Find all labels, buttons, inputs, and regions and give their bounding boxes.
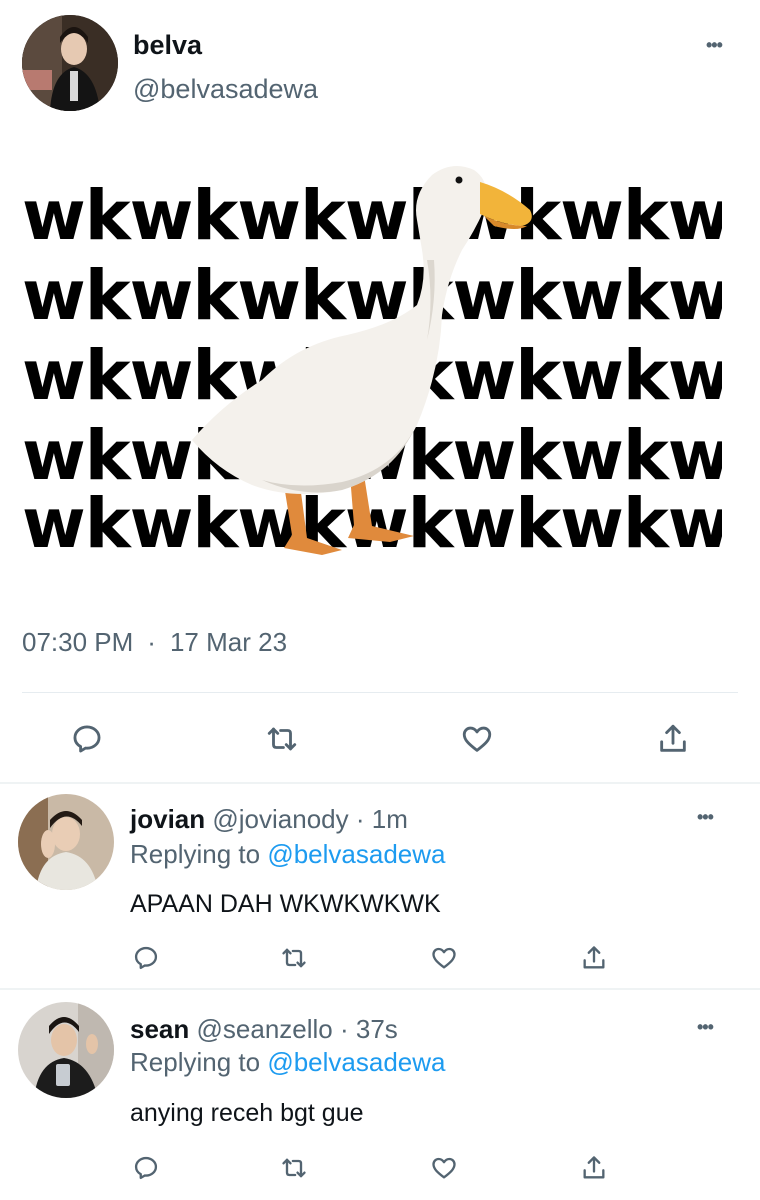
retweet-button[interactable] <box>278 1152 310 1184</box>
reply-age: 1m <box>371 804 408 834</box>
reply-icon <box>73 725 101 753</box>
retweet-icon <box>282 948 306 968</box>
share-button[interactable] <box>578 942 610 974</box>
reply-text: anying receh bgt gue <box>130 1099 364 1127</box>
heart-icon <box>432 1157 456 1179</box>
reply-icon <box>134 1156 158 1180</box>
reply-author-handle[interactable]: @seanzello <box>197 1014 333 1044</box>
share-icon <box>583 946 605 969</box>
reply-button[interactable] <box>130 1152 162 1184</box>
tweet-timestamp[interactable]: 07:30 PM · 17 Mar 23 <box>22 627 287 658</box>
tweet-date: 17 Mar 23 <box>169 627 288 657</box>
reply-tweet[interactable]: sean @seanzello · 37s ••• Replying to @b… <box>0 990 760 1200</box>
duck-illustration <box>192 166 532 555</box>
replying-to: Replying to @belvasadewa <box>130 1047 445 1078</box>
share-icon <box>583 1156 605 1179</box>
reply-header: jovian @jovianody · 1m <box>130 804 408 835</box>
main-tweet: belva @belvasadewa ••• wkwkwkwkwkwkwk wk… <box>0 0 760 782</box>
like-button[interactable] <box>456 718 498 760</box>
retweet-icon <box>267 727 297 751</box>
tweet-media-image[interactable]: wkwkwkwkwkwkwk wkwkwkwkwkwkwk wkwkwkwkwk… <box>22 140 722 600</box>
divider <box>22 692 738 693</box>
like-button[interactable] <box>428 1152 460 1184</box>
reply-button[interactable] <box>130 942 162 974</box>
meta-separator: · <box>355 804 365 834</box>
meta-separator: · <box>339 1014 349 1044</box>
replying-to-label: Replying to <box>130 839 261 869</box>
reply-tweet[interactable]: jovian @jovianody · 1m ••• Replying to @… <box>0 784 760 988</box>
reply-button[interactable] <box>66 718 108 760</box>
retweet-icon <box>282 1158 306 1178</box>
heart-icon <box>462 726 492 752</box>
reply-header: sean @seanzello · 37s <box>130 1014 398 1045</box>
retweet-button[interactable] <box>278 942 310 974</box>
meta-separator: · <box>147 627 156 657</box>
more-icon[interactable]: ••• <box>697 1018 714 1036</box>
retweet-button[interactable] <box>261 718 303 760</box>
author-name[interactable]: belva <box>133 30 202 61</box>
reply-avatar[interactable] <box>18 794 114 890</box>
like-button[interactable] <box>428 942 460 974</box>
reply-icon <box>134 946 158 970</box>
mention-link[interactable]: @belvasadewa <box>267 839 445 869</box>
replying-to: Replying to @belvasadewa <box>130 839 445 870</box>
reply-author-name[interactable]: jovian <box>130 804 205 834</box>
share-button[interactable] <box>652 718 694 760</box>
share-button[interactable] <box>578 1152 610 1184</box>
author-handle[interactable]: @belvasadewa <box>133 74 318 105</box>
reply-avatar[interactable] <box>18 1002 114 1098</box>
heart-icon <box>432 947 456 969</box>
author-avatar[interactable] <box>22 15 118 111</box>
share-icon <box>660 724 686 752</box>
more-icon[interactable]: ••• <box>706 36 723 54</box>
tweet-time: 07:30 PM <box>22 627 134 657</box>
reply-text: APAAN DAH WKWKWKWK <box>130 890 441 918</box>
reply-age: 37s <box>355 1014 398 1044</box>
mention-link[interactable]: @belvasadewa <box>267 1047 445 1077</box>
reply-author-name[interactable]: sean <box>130 1014 189 1044</box>
replying-to-label: Replying to <box>130 1047 261 1077</box>
reply-author-handle[interactable]: @jovianody <box>212 804 348 834</box>
more-icon[interactable]: ••• <box>697 808 714 826</box>
